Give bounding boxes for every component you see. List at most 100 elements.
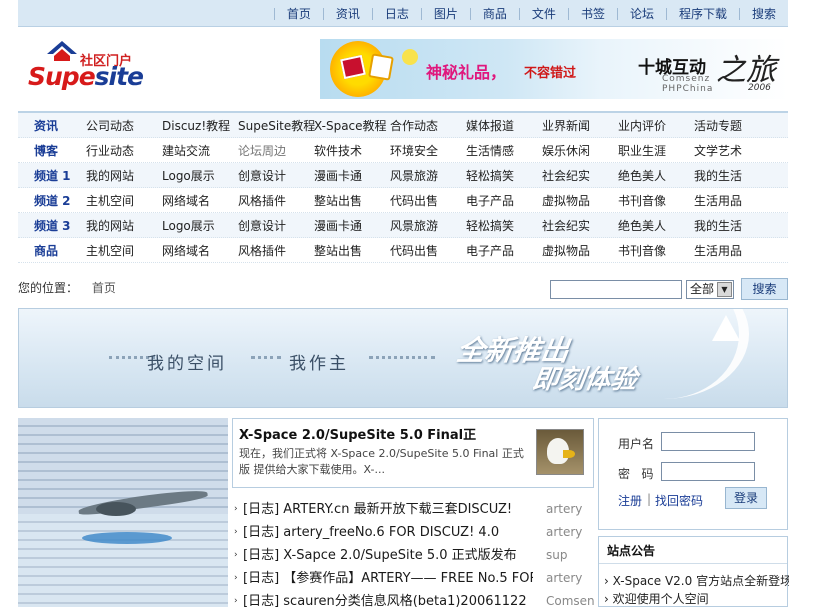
category-link[interactable]: 创意设计 [238, 217, 314, 234]
nav-forum[interactable]: 论坛 [616, 7, 666, 20]
category-link[interactable]: 软件技术 [314, 142, 390, 159]
list-item-author[interactable]: artery [546, 521, 598, 544]
category-link[interactable]: SupeSite教程 [238, 117, 315, 134]
category-link[interactable]: 环境安全 [390, 142, 466, 159]
category-link[interactable]: 生活用品 [694, 242, 770, 259]
category-link[interactable]: 社会纪实 [542, 217, 618, 234]
list-item-link[interactable]: [日志] scauren分类信息风格(beta1)20061122 [243, 590, 533, 607]
promo-banner[interactable]: 我的空间 我作主 全新推出 即刻体验 [18, 308, 788, 408]
category-link[interactable]: 代码出售 [390, 242, 466, 259]
nav-images[interactable]: 图片 [420, 7, 470, 20]
login-button[interactable]: 登录 [725, 487, 767, 509]
category-link[interactable]: 论坛周边 [238, 142, 314, 159]
category-link[interactable]: 我的网站 [86, 217, 162, 234]
nav-files[interactable]: 文件 [518, 7, 568, 20]
nav-news[interactable]: 资讯 [322, 7, 372, 20]
category-link[interactable]: 行业动态 [86, 142, 162, 159]
nav-bookmarks[interactable]: 书签 [567, 7, 617, 20]
category-link[interactable]: 我的网站 [86, 167, 162, 184]
category-link[interactable]: 风格插件 [238, 192, 314, 209]
breadcrumb-home[interactable]: 首页 [92, 281, 116, 295]
forgot-password-link[interactable]: 找回密码 [655, 492, 703, 509]
username-input[interactable] [661, 432, 755, 451]
chevron-down-icon[interactable]: ▼ [717, 282, 732, 297]
list-item-author[interactable]: artery [546, 567, 598, 590]
category-link[interactable]: 虚拟物品 [542, 192, 618, 209]
eagle-thumbnail[interactable] [536, 429, 584, 475]
category-link[interactable]: 书刊音像 [618, 192, 694, 209]
category-link[interactable]: 文学艺术 [694, 142, 770, 159]
featured-desc: 现在，我们正式将 X-Space 2.0/SupeSite 5.0 Final … [239, 447, 524, 476]
category-link[interactable]: 业界新闻 [542, 117, 618, 134]
category-link[interactable]: 轻松搞笑 [466, 217, 542, 234]
category-link[interactable]: 轻松搞笑 [466, 167, 542, 184]
featured-title[interactable]: X-Space 2.0/SupeSite 5.0 Final正 [239, 424, 529, 443]
list-item-link[interactable]: [日志] 【参赛作品】ARTERY—— FREE No.5 FOR [243, 567, 533, 590]
notice-item[interactable]: › 欢迎使用个人空间 [604, 590, 789, 607]
category-link[interactable]: 书刊音像 [618, 242, 694, 259]
nav-goods[interactable]: 商品 [469, 7, 519, 20]
category-link[interactable]: 电子产品 [466, 192, 542, 209]
category-link[interactable]: 网络域名 [162, 192, 238, 209]
category-link[interactable]: 媒体报道 [466, 117, 542, 134]
category-link[interactable]: 主机空间 [86, 192, 162, 209]
category-link[interactable]: 公司动态 [86, 117, 162, 134]
notice-item[interactable]: › X-Space V2.0 官方站点全新登场 [604, 572, 789, 589]
category-link[interactable]: 业内评价 [618, 117, 694, 134]
list-item-link[interactable]: [日志] artery_freeNo.6 FOR DISCUZ! 4.0 [243, 521, 533, 544]
search-scope-select[interactable]: 全部 ▼ [686, 280, 734, 299]
category-head[interactable]: 商品 [18, 242, 86, 259]
category-link[interactable]: 整站出售 [314, 192, 390, 209]
category-head[interactable]: 频道 2 [18, 192, 86, 209]
category-link[interactable]: 电子产品 [466, 242, 542, 259]
category-link[interactable]: 绝色美人 [618, 167, 694, 184]
list-item-author[interactable]: sup [546, 544, 598, 567]
category-head[interactable]: 资讯 [18, 117, 86, 134]
category-head[interactable]: 频道 1 [18, 167, 86, 184]
category-head[interactable]: 博客 [18, 142, 86, 159]
category-head[interactable]: 频道 3 [18, 217, 86, 234]
search-input[interactable] [550, 280, 682, 299]
list-item-author[interactable]: artery [546, 498, 598, 521]
category-link[interactable]: 活动专题 [694, 117, 770, 134]
ad-banner[interactable]: 神秘礼品， 不容错过 十城互动 Comsenz PHPChina 之旅 2006 [320, 39, 788, 99]
category-link[interactable]: 我的生活 [694, 167, 770, 184]
list-item-author[interactable]: Comsen [546, 590, 598, 607]
category-link[interactable]: 风景旅游 [390, 217, 466, 234]
category-link[interactable]: Logo展示 [162, 167, 238, 184]
category-link[interactable]: 风景旅游 [390, 167, 466, 184]
category-link[interactable]: 生活用品 [694, 192, 770, 209]
category-link[interactable]: 职业生涯 [618, 142, 694, 159]
list-item-link[interactable]: [日志] ARTERY.cn 最新开放下载三套DISCUZ! [243, 498, 533, 521]
register-link[interactable]: 注册 [618, 492, 642, 509]
nav-download[interactable]: 程序下载 [665, 7, 739, 20]
category-link[interactable]: 风格插件 [238, 242, 314, 259]
category-link[interactable]: 创意设计 [238, 167, 314, 184]
category-link[interactable]: Discuz!教程 [162, 117, 238, 134]
category-link[interactable]: 娱乐休闲 [542, 142, 618, 159]
category-link[interactable]: 网络域名 [162, 242, 238, 259]
nav-blog[interactable]: 日志 [371, 7, 421, 20]
category-link[interactable]: 我的生活 [694, 217, 770, 234]
category-link[interactable]: Logo展示 [162, 217, 238, 234]
featured-photo[interactable] [18, 418, 228, 607]
category-link[interactable]: 生活情感 [466, 142, 542, 159]
category-link[interactable]: 漫画卡通 [314, 167, 390, 184]
category-link[interactable]: 建站交流 [162, 142, 238, 159]
category-link[interactable]: 代码出售 [390, 192, 466, 209]
nav-home[interactable]: 首页 [273, 7, 323, 20]
list-item-link[interactable]: [日志] X-Sapce 2.0/SupeSite 5.0 正式版发布 [243, 544, 533, 567]
category-link[interactable]: 漫画卡通 [314, 217, 390, 234]
password-input[interactable] [661, 462, 755, 481]
bullet-icon: › [234, 550, 238, 560]
category-link[interactable]: 虚拟物品 [542, 242, 618, 259]
search-button[interactable]: 搜索 [741, 278, 788, 300]
category-link[interactable]: X-Space教程 [314, 117, 390, 134]
site-logo[interactable]: 社区门户 Supesite [26, 40, 146, 95]
category-link[interactable]: 整站出售 [314, 242, 390, 259]
category-link[interactable]: 社会纪实 [542, 167, 618, 184]
category-link[interactable]: 合作动态 [390, 117, 466, 134]
category-link[interactable]: 主机空间 [86, 242, 162, 259]
nav-search[interactable]: 搜索 [738, 7, 788, 20]
category-link[interactable]: 绝色美人 [618, 217, 694, 234]
